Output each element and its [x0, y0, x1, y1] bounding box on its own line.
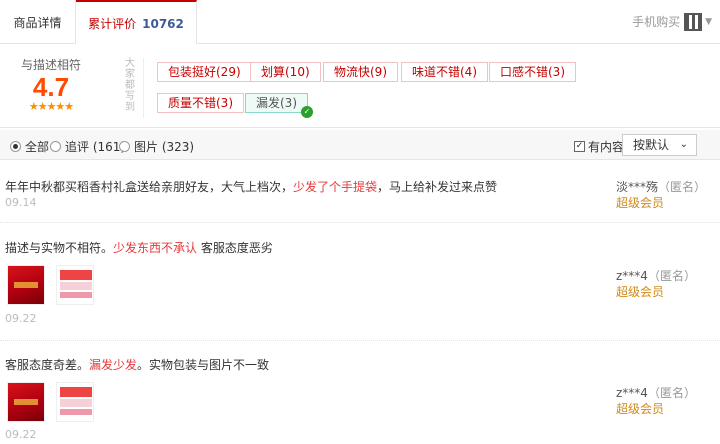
tag-packaging[interactable]: 包装挺好(29) [157, 62, 252, 82]
chevron-down-icon: ▼ [705, 17, 712, 27]
review-photo-thumbnail[interactable] [7, 265, 45, 305]
tags-side-label: 大家都写到 [125, 58, 135, 113]
thumbnail-graphic [60, 387, 92, 397]
review-text-part: 。实物包装与图片不一致 [137, 358, 270, 372]
thumbnail-graphic [60, 292, 92, 298]
filter-all-label: 全部 [25, 140, 50, 154]
tab-reviews-count: 10762 [142, 17, 184, 31]
checkbox-checked-icon[interactable]: ✓ [574, 141, 585, 152]
tags-divider [143, 58, 144, 118]
filter-pictures-label: 图片 (323) [134, 140, 195, 154]
tab-reviews-label: 累计评价 [88, 17, 137, 31]
review-photo-thumbnail[interactable] [56, 265, 94, 305]
tab-bar: 商品详情 累计评价 10762 手机购买 ▼ [0, 0, 720, 45]
tag-quality[interactable]: 质量不错(3) [157, 93, 244, 113]
radio-all-icon[interactable] [10, 141, 21, 152]
review-date: 09.22 [5, 312, 37, 325]
review-text-highlight: 少发了个手提袋 [293, 180, 378, 194]
filter-all[interactable]: 全部 [10, 138, 49, 155]
sort-dropdown[interactable]: 按默认 ⌄ [622, 134, 697, 156]
mobile-buy-label: 手机购买 [632, 15, 681, 29]
tag-value[interactable]: 划算(10) [250, 62, 321, 82]
reviewer-username: z***4 [616, 386, 648, 400]
tab-product-detail-label: 商品详情 [13, 16, 62, 30]
review-photo-thumbnail[interactable] [7, 382, 45, 422]
review-summary: 与描述相符 4.7 ★★★★★ 大家都写到 包装挺好(29) 划算(10) 物流… [0, 44, 720, 128]
review-item: 年年中秋都买稻香村礼盒送给亲朋好友，大气上档次，少发了个手提袋，马上给补发过来点… [0, 161, 720, 223]
filter-followup[interactable]: 追评 (161) [50, 138, 125, 155]
thumbnail-graphic [60, 399, 92, 407]
radio-pictures-icon[interactable] [119, 141, 130, 152]
review-text-part: 描述与实物不相符。 [5, 241, 114, 255]
review-filter-bar: 全部 追评 (161) 图片 (323) ✓ 有内容 按默认 ⌄ [0, 130, 720, 160]
review-text-highlight: 少发东西不承认 [113, 241, 198, 255]
review-text: 客服态度奇差。漏发少发。实物包装与图片不一致 [5, 356, 269, 373]
review-text-part: 年年中秋都买稻香村礼盒送给亲朋好友，大气上档次， [5, 180, 294, 194]
reviewer-name: z***4（匿名） [616, 384, 696, 401]
tag-missing-items[interactable]: 漏发(3) ✓ [245, 93, 313, 118]
thumbnail-graphic [60, 282, 92, 290]
thumbnail-graphic [60, 409, 92, 415]
reviewer-username: 淡***殇 [616, 180, 659, 194]
reviewer-anon-tag: （匿名） [647, 386, 696, 400]
review-item: 客服态度奇差。漏发少发。实物包装与图片不一致 09.22 z***4（匿名） 超… [0, 342, 720, 444]
rating-box: 与描述相符 4.7 ★★★★★ [12, 56, 90, 113]
rating-stars-icon: ★★★★★ [28, 100, 74, 113]
member-level: 超级会员 [616, 196, 665, 210]
tag-mouthfeel[interactable]: 口感不错(3) [489, 62, 576, 82]
review-text-part: 客服态度恶劣 [197, 241, 273, 255]
mobile-buy-link[interactable]: 手机购买 ▼ [632, 12, 712, 32]
review-photo-thumbnail[interactable] [56, 382, 94, 422]
review-text: 年年中秋都买稻香村礼盒送给亲朋好友，大气上档次，少发了个手提袋，马上给补发过来点… [5, 178, 497, 195]
review-text-part: 客服态度奇差。 [5, 358, 90, 372]
qr-code-icon [684, 13, 703, 31]
selected-check-icon: ✓ [301, 106, 313, 118]
tag-taste[interactable]: 味道不错(4) [401, 62, 488, 82]
reviewer-anon-tag: （匿名） [658, 180, 707, 194]
chevron-down-icon: ⌄ [679, 139, 688, 150]
review-item: 描述与实物不相符。少发东西不承认 客服态度恶劣 09.22 z***4（匿名） … [0, 223, 720, 341]
reviewer-anon-tag: （匿名） [647, 269, 696, 283]
member-level: 超级会员 [616, 402, 665, 416]
reviewer-name: 淡***殇（匿名） [616, 178, 706, 195]
thumbnail-graphic [60, 270, 92, 280]
filter-followup-label: 追评 (161) [65, 140, 126, 154]
rating-score: 4.7 [32, 72, 70, 102]
review-text: 描述与实物不相符。少发东西不承认 客服态度恶劣 [5, 239, 273, 256]
has-content-label: 有内容 [588, 140, 625, 154]
tag-missing-items-label: 漏发(3) [256, 96, 297, 110]
review-date: 09.14 [5, 196, 37, 209]
filter-pictures[interactable]: 图片 (323) [119, 138, 194, 155]
tab-product-detail[interactable]: 商品详情 [0, 0, 76, 44]
reviewer-name: z***4（匿名） [616, 267, 696, 284]
review-text-part: ，马上给补发过来点赞 [377, 180, 498, 194]
rating-label: 与描述相符 [20, 58, 81, 72]
has-content-checkbox[interactable]: ✓ 有内容 [574, 138, 624, 155]
member-level: 超级会员 [616, 285, 665, 299]
review-text-highlight: 漏发少发 [89, 358, 138, 372]
reviewer-username: z***4 [616, 269, 648, 283]
tag-fast-shipping[interactable]: 物流快(9) [323, 62, 398, 82]
sort-dropdown-label: 按默认 [633, 138, 670, 152]
tab-reviews[interactable]: 累计评价 10762 [76, 0, 197, 45]
review-date: 09.22 [5, 428, 37, 441]
radio-followup-icon[interactable] [50, 141, 61, 152]
